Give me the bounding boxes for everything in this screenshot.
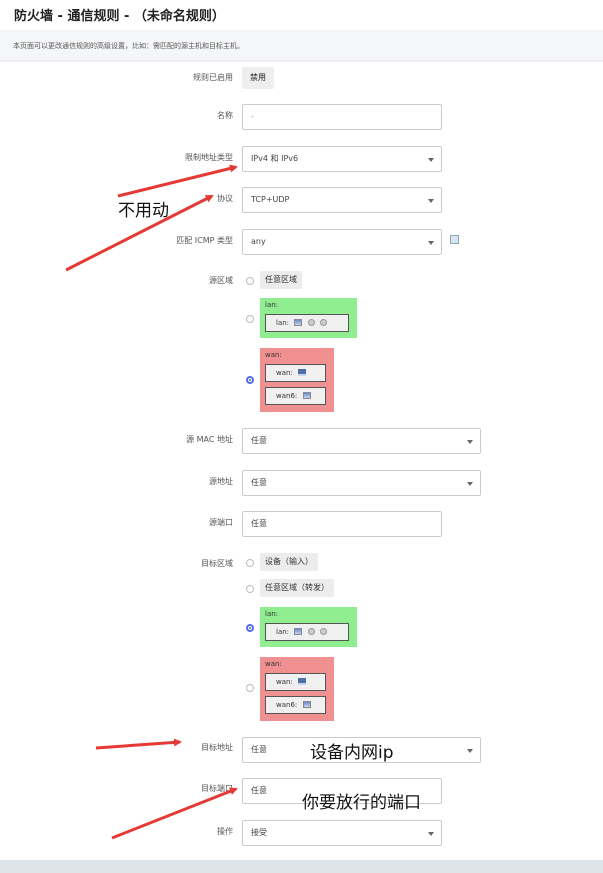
rule-form: 规则已启用 禁用 名称 - 限制地址类型 IPv4 和 IPv6 协议 TCP+… xyxy=(0,62,603,860)
dest-ip-label: 目标地址 xyxy=(201,743,233,752)
chevron-down-icon xyxy=(467,440,473,444)
dest-zone-device-radio[interactable] xyxy=(246,559,254,567)
dest-wan-iface-label: wan: xyxy=(276,678,293,686)
name-input[interactable]: - xyxy=(242,104,442,130)
src-mac-value: 任意 xyxy=(251,436,267,445)
network-icon xyxy=(302,701,311,708)
target-value: 接受 xyxy=(251,828,267,837)
proto-value: TCP+UDP xyxy=(251,195,290,204)
dest-lan-iface-label: lan: xyxy=(276,628,290,636)
chevron-down-icon xyxy=(467,749,473,753)
src-zone-lan-name: lan: xyxy=(265,301,279,309)
dest-zone-lan-name: lan: xyxy=(265,610,279,618)
src-mac-label: 源 MAC 地址 xyxy=(186,435,233,444)
annotation-unused: 不用动 xyxy=(118,201,169,221)
enabled-toggle[interactable]: 禁用 xyxy=(242,67,274,89)
wireless-icon xyxy=(319,319,327,326)
dest-zone-any-option[interactable]: 任意区域（转发） xyxy=(260,579,334,597)
src-zone-wan-radio[interactable] xyxy=(246,376,254,384)
chevron-down-icon xyxy=(428,832,434,836)
src-zone-lan-radio[interactable] xyxy=(246,315,254,323)
dest-zone-wan-radio[interactable] xyxy=(246,684,254,692)
dest-zone-lan-radio[interactable] xyxy=(246,624,254,632)
wireless-icon xyxy=(319,628,327,635)
src-ip-label: 源地址 xyxy=(209,477,233,486)
icmp-value: any xyxy=(251,237,266,246)
src-zone-wan-name: wan: xyxy=(265,351,282,359)
wireless-icon xyxy=(307,628,315,635)
page-description-bar: 本页面可以更改通信规则的高级设置，比如：需匹配的源主机和目标主机。 xyxy=(0,30,603,60)
enabled-label: 规则已启用 xyxy=(193,73,233,82)
chevron-down-icon xyxy=(467,482,473,486)
page-description: 本页面可以更改通信规则的高级设置，比如：需匹配的源主机和目标主机。 xyxy=(13,42,244,50)
dest-port-value: 任意 xyxy=(251,786,267,795)
src-wan-interface: wan: xyxy=(265,364,326,382)
dest-zone-any-radio[interactable] xyxy=(246,585,254,593)
annotation-lan-ip: 设备内网ip xyxy=(310,743,394,763)
src-zone-lan[interactable]: lan: lan: xyxy=(260,298,357,338)
src-zone-any-radio[interactable] xyxy=(246,277,254,285)
chevron-down-icon xyxy=(428,241,434,245)
page-header: 防火墙 - 通信规则 - （未命名规则） xyxy=(0,0,603,30)
page-title: 防火墙 - 通信规则 - （未命名规则） xyxy=(14,9,225,24)
dest-zone-wan-name: wan: xyxy=(265,660,282,668)
network-icon xyxy=(294,628,303,635)
src-port-label: 源端口 xyxy=(209,518,233,527)
src-ip-select[interactable]: 任意 xyxy=(242,470,481,496)
ethernet-icon xyxy=(298,369,307,376)
chevron-down-icon xyxy=(428,199,434,203)
add-icmp-icon[interactable] xyxy=(450,235,459,244)
icmp-select[interactable]: any xyxy=(242,229,442,255)
src-zone-wan[interactable]: wan: wan: wan6: xyxy=(260,348,334,412)
src-zone-label: 源区域 xyxy=(209,276,233,285)
ethernet-icon xyxy=(298,678,307,685)
src-wan6-interface: wan6: xyxy=(265,387,326,405)
target-label: 操作 xyxy=(217,827,233,836)
dest-ip-value: 任意 xyxy=(251,745,267,754)
dest-zone-device-option[interactable]: 设备（输入） xyxy=(260,553,318,571)
proto-label: 协议 xyxy=(217,194,233,203)
dest-wan-interface: wan: xyxy=(265,673,326,691)
proto-select[interactable]: TCP+UDP xyxy=(242,187,442,213)
src-mac-select[interactable]: 任意 xyxy=(242,428,481,454)
family-label: 限制地址类型 xyxy=(185,153,233,162)
src-wan6-iface-label: wan6: xyxy=(276,392,298,400)
dest-port-label: 目标端口 xyxy=(201,784,233,793)
icmp-label: 匹配 ICMP 类型 xyxy=(176,236,233,245)
name-label: 名称 xyxy=(217,111,233,120)
network-icon xyxy=(294,319,303,326)
src-wan-iface-label: wan: xyxy=(276,369,293,377)
network-icon xyxy=(302,392,311,399)
bottom-bar xyxy=(0,860,603,873)
dest-wan6-interface: wan6: xyxy=(265,696,326,714)
annotation-port: 你要放行的端口 xyxy=(302,793,421,813)
src-port-value: 任意 xyxy=(251,519,267,528)
target-select[interactable]: 接受 xyxy=(242,820,442,846)
name-placeholder: - xyxy=(251,112,254,121)
dest-zone-wan[interactable]: wan: wan: wan6: xyxy=(260,657,334,721)
dest-zone-label: 目标区域 xyxy=(201,559,233,568)
family-select[interactable]: IPv4 和 IPv6 xyxy=(242,146,442,172)
dest-lan-interface: lan: xyxy=(265,623,349,641)
dest-zone-lan[interactable]: lan: lan: xyxy=(260,607,357,647)
src-zone-any-option[interactable]: 任意区域 xyxy=(260,271,302,289)
wireless-icon xyxy=(307,319,315,326)
src-lan-interface: lan: xyxy=(265,314,349,332)
chevron-down-icon xyxy=(428,158,434,162)
src-port-input[interactable]: 任意 xyxy=(242,511,442,537)
src-ip-value: 任意 xyxy=(251,478,267,487)
dest-wan6-iface-label: wan6: xyxy=(276,701,298,709)
src-lan-iface-label: lan: xyxy=(276,319,290,327)
family-value: IPv4 和 IPv6 xyxy=(251,154,299,163)
